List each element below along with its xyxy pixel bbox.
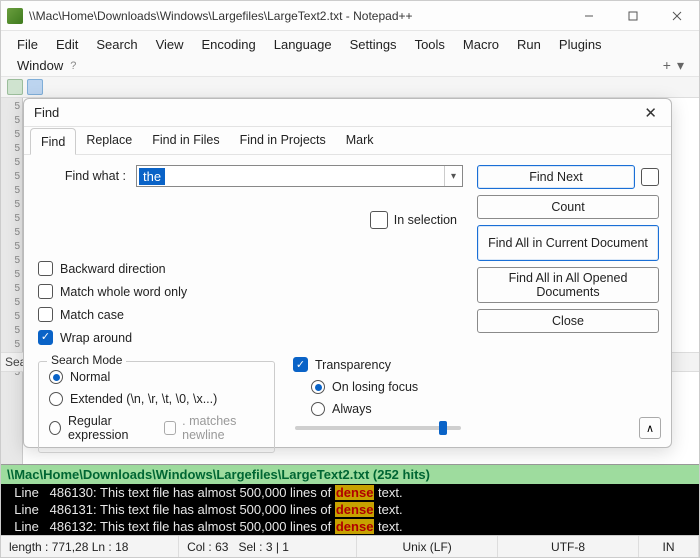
menu-settings[interactable]: Settings bbox=[341, 34, 406, 55]
trans-always-radio[interactable] bbox=[311, 402, 325, 416]
statusbar: length : 771,28 Ln : 18 Col : 63 Sel : 3… bbox=[1, 535, 699, 557]
menu-tools[interactable]: Tools bbox=[406, 34, 454, 55]
find-what-dropdown-icon[interactable]: ▾ bbox=[444, 166, 462, 186]
find-dialog-close-icon[interactable]: ✕ bbox=[640, 104, 661, 122]
menu-file[interactable]: File bbox=[8, 34, 47, 55]
search-results[interactable]: \\Mac\Home\Downloads\Windows\Largefiles\… bbox=[1, 464, 699, 535]
menu-language[interactable]: Language bbox=[265, 34, 341, 55]
menu-macro[interactable]: Macro bbox=[454, 34, 508, 55]
status-encoding: UTF-8 bbox=[498, 536, 639, 557]
find-what-label: Find what : bbox=[38, 169, 130, 183]
match-case-label: Match case bbox=[60, 308, 124, 322]
mode-extended-label: Extended (\n, \r, \t, \0, \x...) bbox=[70, 392, 217, 406]
app-icon bbox=[7, 8, 23, 24]
results-summary: \\Mac\Home\Downloads\Windows\Largefiles\… bbox=[1, 465, 699, 484]
in-selection-row: In selection bbox=[38, 211, 457, 229]
in-selection-checkbox[interactable] bbox=[370, 211, 388, 229]
toolbar-icon-1[interactable] bbox=[7, 79, 23, 95]
in-selection-label: In selection bbox=[394, 213, 457, 227]
status-col-sel: Col : 63 Sel : 3 | 1 bbox=[179, 536, 357, 557]
transparency-label: Transparency bbox=[315, 358, 391, 372]
menu-search[interactable]: Search bbox=[87, 34, 146, 55]
menu-run[interactable]: Run bbox=[508, 34, 550, 55]
minimize-button[interactable] bbox=[567, 1, 611, 31]
result-line[interactable]: Line 486130: This text file has almost 5… bbox=[1, 484, 699, 501]
find-next-button[interactable]: Find Next bbox=[477, 165, 635, 189]
transparency-slider[interactable] bbox=[295, 426, 461, 430]
find-all-opened-button[interactable]: Find All in All Opened Documents bbox=[477, 267, 659, 303]
menu-plugins[interactable]: Plugins bbox=[550, 34, 611, 55]
line-gutter: 55555555555555555555 bbox=[1, 98, 23, 464]
matches-newline-checkbox[interactable] bbox=[164, 421, 176, 435]
mode-regex-label: Regular expression bbox=[68, 414, 157, 442]
expand-icon[interactable]: ∧ bbox=[639, 417, 661, 439]
find-tab-mark[interactable]: Mark bbox=[336, 127, 384, 154]
titlebar: \\Mac\Home\Downloads\Windows\Largefiles\… bbox=[1, 1, 699, 31]
trans-onlosingfocus-radio[interactable] bbox=[311, 380, 325, 394]
mode-regex-radio[interactable] bbox=[49, 421, 61, 435]
find-what-value: the bbox=[139, 168, 165, 185]
maximize-button[interactable] bbox=[611, 1, 655, 31]
backward-label: Backward direction bbox=[60, 262, 166, 276]
mode-extended-radio[interactable] bbox=[49, 392, 63, 406]
find-tab-find-in-files[interactable]: Find in Files bbox=[142, 127, 229, 154]
find-all-current-button[interactable]: Find All in Current Document bbox=[477, 225, 659, 261]
find-what-input[interactable]: the ▾ bbox=[136, 165, 463, 187]
menu-encoding[interactable]: Encoding bbox=[193, 34, 265, 55]
menu-plus-icon[interactable]: + bbox=[663, 57, 671, 74]
main-area: 55555555555555555555 Find ✕ FindReplaceF… bbox=[1, 98, 699, 464]
menu-view[interactable]: View bbox=[147, 34, 193, 55]
transparency-checkbox[interactable]: ✓ bbox=[293, 357, 308, 372]
toolbar-icon-2[interactable] bbox=[27, 79, 43, 95]
match-case-checkbox[interactable] bbox=[38, 307, 53, 322]
backward-checkbox[interactable] bbox=[38, 261, 53, 276]
find-tabs: FindReplaceFind in FilesFind in Projects… bbox=[24, 127, 671, 155]
menu-window[interactable]: Window bbox=[8, 55, 72, 76]
close-window-button[interactable] bbox=[655, 1, 699, 31]
find-tab-replace[interactable]: Replace bbox=[76, 127, 142, 154]
trans-onlosingfocus-label: On losing focus bbox=[332, 380, 418, 394]
slider-thumb[interactable] bbox=[439, 421, 447, 435]
window-title: \\Mac\Home\Downloads\Windows\Largefiles\… bbox=[29, 9, 567, 23]
status-insert-mode: IN bbox=[639, 536, 699, 557]
status-length: length : 771,28 Ln : 18 bbox=[1, 536, 179, 557]
count-button[interactable]: Count bbox=[477, 195, 659, 219]
find-dialog: Find ✕ FindReplaceFind in FilesFind in P… bbox=[23, 98, 672, 448]
whole-word-label: Match whole word only bbox=[60, 285, 187, 299]
menu-dropdown-icon[interactable]: ▾ bbox=[677, 57, 684, 74]
mode-normal-label: Normal bbox=[70, 370, 110, 384]
wrap-label: Wrap around bbox=[60, 331, 132, 345]
search-mode-legend: Search Mode bbox=[47, 353, 126, 367]
close-button[interactable]: Close bbox=[477, 309, 659, 333]
find-dialog-title: Find bbox=[34, 105, 640, 120]
wrap-checkbox[interactable] bbox=[38, 330, 53, 345]
status-eol: Unix (LF) bbox=[357, 536, 498, 557]
whole-word-checkbox[interactable] bbox=[38, 284, 53, 299]
find-next-aux-checkbox[interactable] bbox=[641, 168, 659, 186]
find-tab-find[interactable]: Find bbox=[30, 128, 76, 155]
result-line[interactable]: Line 486131: This text file has almost 5… bbox=[1, 501, 699, 518]
result-line[interactable]: Line 486132: This text file has almost 5… bbox=[1, 518, 699, 535]
app-window: \\Mac\Home\Downloads\Windows\Largefiles\… bbox=[0, 0, 700, 558]
find-tab-find-in-projects[interactable]: Find in Projects bbox=[230, 127, 336, 154]
menu-edit[interactable]: Edit bbox=[47, 34, 87, 55]
matches-newline-label: . matches newline bbox=[182, 414, 264, 442]
mode-normal-radio[interactable] bbox=[49, 370, 63, 384]
menu-overflow-icon[interactable]: ? bbox=[70, 60, 76, 72]
trans-always-label: Always bbox=[332, 402, 372, 416]
menubar: FileEditSearchViewEncodingLanguageSettin… bbox=[1, 31, 699, 76]
toolbar bbox=[1, 76, 699, 98]
